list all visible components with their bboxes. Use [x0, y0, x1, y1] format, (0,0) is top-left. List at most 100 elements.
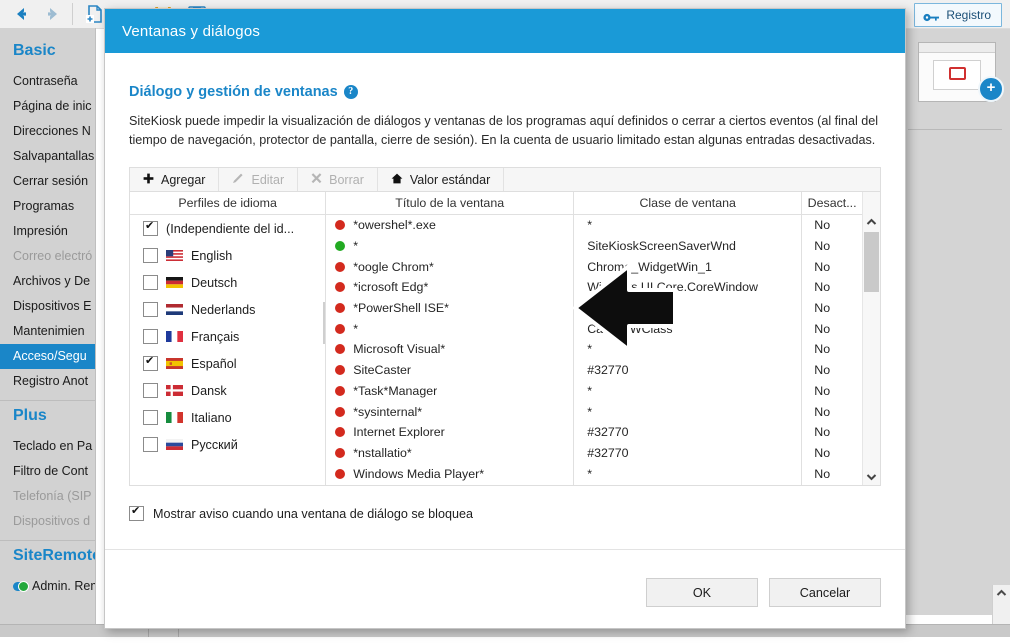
table-row[interactable]: No [802, 339, 862, 360]
table-row[interactable]: HwndWrapper* [574, 298, 801, 319]
table-row[interactable]: No [802, 381, 862, 402]
table-row[interactable]: *PowerShell ISE* [326, 298, 573, 319]
table-row[interactable]: * [574, 463, 801, 484]
language-checkbox[interactable] [143, 302, 158, 317]
sidebar-item-archivos[interactable]: Archivos y De [0, 269, 95, 294]
table-row[interactable]: * [574, 401, 801, 422]
table-row[interactable]: No [802, 256, 862, 277]
list-item[interactable]: Français [130, 323, 325, 350]
table-row[interactable]: No [802, 277, 862, 298]
chevron-up-icon[interactable] [993, 585, 1010, 602]
table-row[interactable]: SiteCaster [326, 360, 573, 381]
list-item[interactable]: Español [130, 350, 325, 377]
language-checkbox[interactable] [143, 248, 158, 263]
column-header-window-class[interactable]: Clase de ventana [574, 192, 801, 215]
window-rules-grid[interactable]: Perfiles de idioma (Independiente del id… [129, 191, 881, 486]
table-row[interactable]: #32770 [574, 422, 801, 443]
registro-button[interactable]: Registro [914, 3, 1002, 27]
new-document-icon[interactable] [84, 3, 106, 25]
list-item[interactable]: English [130, 242, 325, 269]
table-row[interactable]: *owershel*.exe [326, 215, 573, 236]
default-value-button[interactable]: Valor estándar [378, 168, 504, 191]
plus-circle-icon[interactable]: + [978, 76, 1004, 102]
table-row[interactable]: *icrosoft Edg* [326, 277, 573, 298]
sidebar-item-dispositivos[interactable]: Dispositivos E [0, 294, 95, 319]
chevron-up-icon[interactable] [863, 214, 880, 231]
sidebar-item-impresion[interactable]: Impresión [0, 219, 95, 244]
sidebar-item-mantenimiento[interactable]: Mantenimien [0, 319, 95, 344]
list-item[interactable]: Nederlands [130, 296, 325, 323]
grid-scrollbar[interactable] [862, 192, 880, 485]
language-checkbox[interactable] [143, 275, 158, 290]
table-row[interactable]: No [802, 422, 862, 443]
list-item[interactable]: (Independiente del id... [130, 215, 325, 242]
column-header-disabled[interactable]: Desact... [802, 192, 862, 215]
add-button[interactable]: Agregar [130, 168, 219, 191]
table-row[interactable]: No [802, 463, 862, 484]
table-row[interactable]: Microsoft Visual* [326, 339, 573, 360]
section-heading: Diálogo y gestión de ventanas ? [129, 84, 881, 100]
table-row[interactable]: No [802, 298, 862, 319]
table-row[interactable]: Internet Explorer [326, 422, 573, 443]
table-row[interactable]: #32770 [574, 443, 801, 464]
language-checkbox[interactable] [143, 383, 158, 398]
table-row[interactable]: *nstallatio* [326, 443, 573, 464]
language-checkbox[interactable] [143, 329, 158, 344]
list-item[interactable]: Deutsch [130, 269, 325, 296]
table-row[interactable]: No [802, 401, 862, 422]
table-row[interactable]: * [574, 381, 801, 402]
table-row[interactable]: Windows Media Player* [326, 463, 573, 484]
language-checkbox[interactable] [143, 221, 158, 236]
sidebar-item-filtro-contenido[interactable]: Filtro de Cont [0, 459, 95, 484]
table-row[interactable]: * [326, 236, 573, 257]
sidebar-item-salvapantallas[interactable]: Salvapantallas [0, 144, 95, 169]
table-row[interactable]: *sysinternal* [326, 401, 573, 422]
sidebar-item-label: Admin. Remota [32, 574, 96, 599]
scrollbar-thumb[interactable] [864, 232, 879, 292]
table-row[interactable]: SiteKioskScreenSaverWnd [574, 236, 801, 257]
window-title-list[interactable]: *owershel*.exe * *oogle Chrom* *icrosoft… [326, 215, 573, 484]
table-row[interactable]: No [802, 443, 862, 464]
table-row[interactable]: No [802, 318, 862, 339]
arrow-left-icon[interactable] [10, 3, 32, 25]
chevron-down-icon[interactable] [863, 468, 880, 485]
table-row[interactable]: Windows.UI.Core.CoreWindow [574, 277, 801, 298]
navigation-sidebar[interactable]: Basic Contraseña Página de inic Direccio… [0, 28, 96, 637]
table-row[interactable]: * [326, 318, 573, 339]
sidebar-item-admin-remota[interactable]: Admin. Remota [0, 574, 95, 599]
sidebar-item-acceso-seguridad[interactable]: Acceso/Segu [0, 344, 95, 369]
table-row[interactable]: *oogle Chrom* [326, 256, 573, 277]
table-row[interactable]: *Task*Manager [326, 381, 573, 402]
show-notice-checkbox[interactable] [129, 506, 144, 521]
list-item[interactable]: Italiano [130, 404, 325, 431]
table-row[interactable]: #32770 [574, 360, 801, 381]
list-item[interactable]: Русский [130, 431, 325, 458]
table-row[interactable]: CabinetWClass [574, 318, 801, 339]
table-row[interactable]: * [574, 339, 801, 360]
list-item[interactable]: Dansk [130, 377, 325, 404]
column-header-languages[interactable]: Perfiles de idioma [130, 192, 325, 215]
sidebar-item-contrasena[interactable]: Contraseña [0, 69, 95, 94]
sidebar-item-programas[interactable]: Programas [0, 194, 95, 219]
table-row[interactable]: No [802, 236, 862, 257]
table-row[interactable]: * [574, 215, 801, 236]
cancel-button[interactable]: Cancelar [769, 578, 881, 607]
sidebar-item-cerrar-sesion[interactable]: Cerrar sesión [0, 169, 95, 194]
sidebar-item-teclado[interactable]: Teclado en Pa [0, 434, 95, 459]
language-checkbox[interactable] [143, 437, 158, 452]
table-row[interactable]: No [802, 215, 862, 236]
show-notice-row[interactable]: Mostrar aviso cuando una ventana de diál… [129, 506, 881, 521]
language-checkbox[interactable] [143, 356, 158, 371]
column-header-window-title[interactable]: Título de la ventana [326, 192, 573, 215]
help-question-icon[interactable]: ? [344, 85, 358, 99]
sidebar-item-direcciones[interactable]: Direcciones N [0, 119, 95, 144]
language-checkbox[interactable] [143, 410, 158, 425]
table-row[interactable]: No [802, 360, 862, 381]
language-list[interactable]: (Independiente del id... English [130, 215, 325, 458]
ok-button[interactable]: OK [646, 578, 758, 607]
table-row[interactable]: Chrome_WidgetWin_1 [574, 256, 801, 277]
column-resize-handle[interactable] [323, 302, 325, 344]
arrow-right-icon[interactable] [42, 3, 64, 25]
sidebar-item-registro-anotaciones[interactable]: Registro Anot [0, 369, 95, 394]
sidebar-item-pagina-inicio[interactable]: Página de inic [0, 94, 95, 119]
